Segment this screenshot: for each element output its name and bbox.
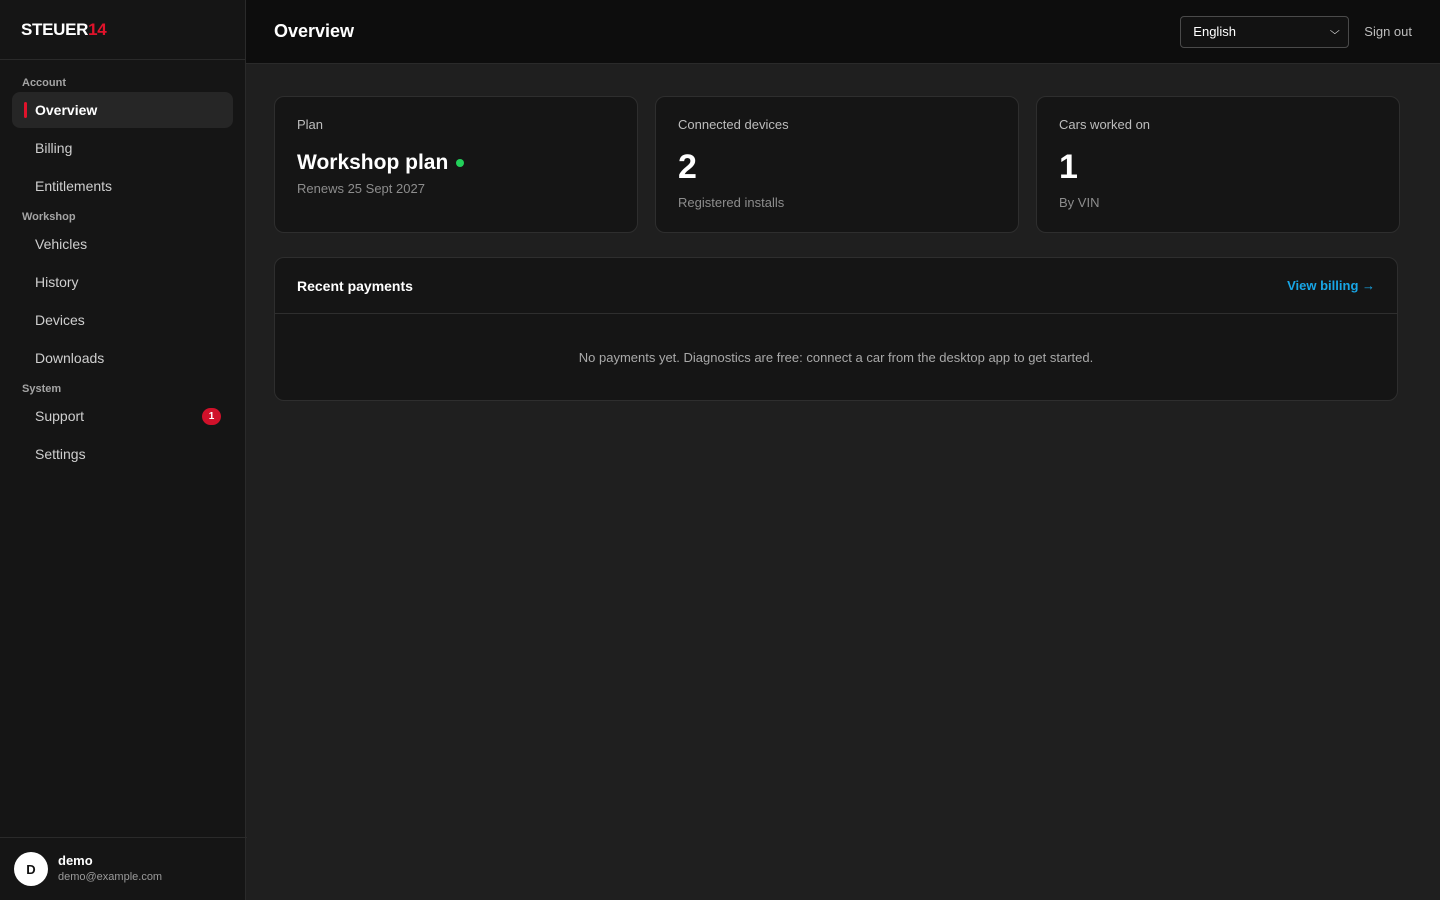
sidebar-item-label: Vehicles xyxy=(35,236,88,252)
user-profile[interactable]: D demo demo@example.com xyxy=(0,837,247,900)
sidebar-nav: Account Overview Billing Entitlements Wo… xyxy=(0,60,245,474)
sidebar-item-settings[interactable]: Settings xyxy=(12,436,233,472)
plan-renewal: Renews 25 Sept 2027 xyxy=(297,181,425,196)
panel-header: Recent payments View billing → xyxy=(275,258,1397,314)
avatar: D xyxy=(14,852,48,886)
language-select[interactable]: English ⌵ xyxy=(1180,15,1350,48)
empty-state-message: No payments yet. Diagnostics are free: c… xyxy=(578,349,1094,365)
sidebar-item-label: History xyxy=(35,274,79,290)
sidebar-item-label: Settings xyxy=(35,446,86,462)
card-label: Cars worked on xyxy=(1059,117,1151,132)
sidebar-item-label: Overview xyxy=(35,102,98,118)
devices-count: 2 xyxy=(678,148,697,186)
page-title: Overview xyxy=(274,21,355,41)
active-status-dot xyxy=(456,159,465,167)
sidebar-item-label: Entitlements xyxy=(35,178,113,194)
sidebar-item-overview[interactable]: Overview xyxy=(12,92,233,128)
plan-name: Workshop plan xyxy=(297,151,449,174)
sidebar-item-downloads[interactable]: Downloads xyxy=(12,340,233,376)
panel-title: Recent payments xyxy=(297,277,413,294)
sidebar-item-history[interactable]: History xyxy=(12,264,233,300)
brand-logo[interactable]: STEUER 14 xyxy=(0,0,245,60)
main-area: Overview English ⌵ Sign out Plan Worksho… xyxy=(246,0,1440,900)
section-label-account: Account xyxy=(22,77,66,89)
topbar: Overview English ⌵ Sign out xyxy=(246,0,1440,64)
sidebar-item-label: Downloads xyxy=(35,350,105,366)
section-label-system: System xyxy=(22,383,62,395)
sidebar-item-vehicles[interactable]: Vehicles xyxy=(12,226,233,262)
overview-content: Plan Workshop plan Renews 25 Sept 2027 C… xyxy=(246,64,1440,401)
sidebar: STEUER 14 Account Overview Billing Entitl… xyxy=(0,0,247,900)
devices-card: Connected devices 2 Registered installs xyxy=(655,96,1019,233)
sidebar-item-label: Devices xyxy=(35,312,85,328)
card-label: Connected devices xyxy=(678,117,789,132)
card-label: Plan xyxy=(297,117,324,132)
sidebar-item-label: Billing xyxy=(35,140,73,156)
recent-payments-panel: Recent payments View billing → No paymen… xyxy=(274,257,1398,401)
cars-card: Cars worked on 1 By VIN xyxy=(1036,96,1400,233)
plan-card: Plan Workshop plan Renews 25 Sept 2027 xyxy=(274,96,638,233)
view-billing-link[interactable]: View billing → xyxy=(1287,278,1375,293)
chevron-down-icon: ⌵ xyxy=(1329,26,1340,37)
stat-cards: Plan Workshop plan Renews 25 Sept 2027 C… xyxy=(274,96,1400,233)
section-label-workshop: Workshop xyxy=(22,211,76,223)
card-sub: By VIN xyxy=(1059,195,1100,210)
sidebar-item-label: Support xyxy=(35,408,85,424)
card-sub: Registered installs xyxy=(678,195,785,210)
sidebar-item-devices[interactable]: Devices xyxy=(12,302,233,338)
plan-title: Workshop plan xyxy=(297,151,615,175)
brand-number: 14 xyxy=(88,19,107,39)
cars-count: 1 xyxy=(1059,148,1078,186)
sidebar-item-support[interactable]: Support 1 xyxy=(12,398,233,434)
user-info: demo demo@example.com xyxy=(58,853,162,885)
brand-name: STEUER xyxy=(21,19,89,39)
sign-out-button[interactable]: Sign out xyxy=(1364,24,1412,39)
user-email: demo@example.com xyxy=(58,871,163,883)
sidebar-item-entitlements[interactable]: Entitlements xyxy=(12,168,233,204)
user-name: demo xyxy=(58,853,93,868)
language-select-value: English xyxy=(1193,24,1236,39)
notification-badge: 1 xyxy=(202,407,221,425)
sidebar-item-billing[interactable]: Billing xyxy=(12,130,233,166)
